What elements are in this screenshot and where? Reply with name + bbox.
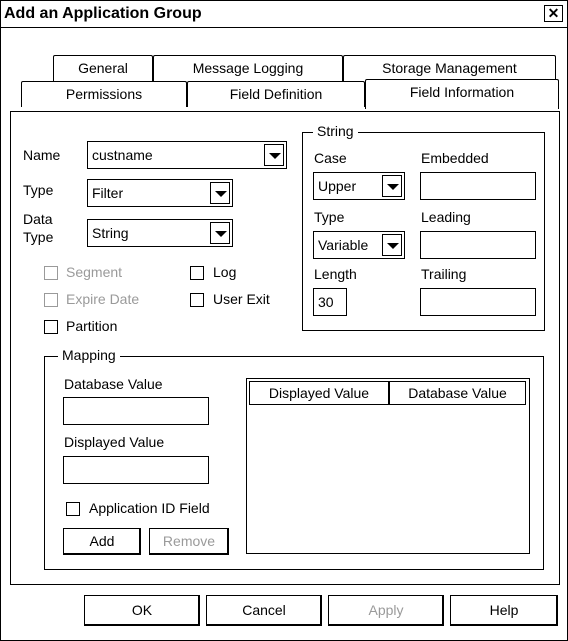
add-button[interactable]: Add	[63, 528, 141, 555]
name-combo[interactable]: custname	[87, 141, 287, 169]
close-icon[interactable]: ✕	[544, 5, 563, 22]
column-header-database-value[interactable]: Database Value	[389, 381, 526, 405]
length-label: Length	[314, 266, 357, 282]
database-value-label: Database Value	[64, 376, 163, 392]
application-id-field-label: Application ID Field	[89, 500, 210, 516]
string-type-combo[interactable]: Variable	[313, 231, 405, 259]
help-button[interactable]: Help	[450, 595, 558, 626]
data-type-label-line1: Data	[23, 211, 53, 227]
ok-button[interactable]: OK	[84, 595, 200, 626]
tab-storage-management[interactable]: Storage Management	[343, 55, 556, 81]
mapping-list[interactable]: Displayed Value Database Value	[246, 378, 530, 554]
chevron-down-icon[interactable]	[264, 144, 284, 166]
tab-general[interactable]: General	[53, 55, 153, 81]
tab-message-logging[interactable]: Message Logging	[153, 55, 343, 81]
name-label: Name	[23, 147, 61, 163]
embedded-label: Embedded	[421, 150, 489, 166]
chevron-down-icon[interactable]	[382, 175, 402, 197]
tab-field-definition-label: Field Definition	[229, 86, 323, 102]
data-type-combo[interactable]: String	[87, 219, 233, 247]
chevron-down-icon[interactable]	[210, 222, 230, 244]
log-checkbox[interactable]	[190, 266, 204, 280]
user-exit-label: User Exit	[213, 291, 270, 307]
log-label: Log	[213, 264, 237, 280]
case-label: Case	[314, 150, 347, 166]
case-value: Upper	[318, 178, 357, 194]
case-combo[interactable]: Upper	[313, 172, 405, 200]
remove-button[interactable]: Remove	[149, 528, 229, 555]
apply-button[interactable]: Apply	[328, 595, 444, 626]
data-type-label-line2: Type	[23, 229, 54, 245]
leading-input[interactable]	[420, 231, 536, 259]
partition-label: Partition	[66, 318, 118, 334]
type-combo[interactable]: Filter	[87, 179, 233, 207]
tab-message-logging-label: Message Logging	[192, 60, 304, 76]
tab-field-definition[interactable]: Field Definition	[187, 81, 365, 107]
tab-field-information[interactable]: Field Information	[365, 79, 559, 109]
title-bar: Add an Application Group ✕	[1, 1, 567, 28]
partition-checkbox[interactable]	[44, 320, 58, 334]
trailing-label: Trailing	[421, 266, 467, 282]
string-type-value: Variable	[318, 237, 369, 253]
leading-label: Leading	[421, 209, 471, 225]
chevron-down-icon[interactable]	[382, 234, 402, 256]
segment-label: Segment	[66, 264, 123, 280]
column-header-displayed-value[interactable]: Displayed Value	[249, 381, 389, 405]
length-input[interactable]: 30	[313, 288, 347, 316]
displayed-value-label: Displayed Value	[64, 434, 165, 450]
string-type-label: Type	[314, 209, 345, 225]
type-value: Filter	[92, 185, 124, 201]
tab-general-label: General	[78, 60, 128, 76]
tab-permissions-label: Permissions	[65, 86, 143, 102]
segment-checkbox[interactable]	[44, 266, 58, 280]
tab-field-information-label: Field Information	[409, 84, 515, 100]
tab-storage-management-label: Storage Management	[382, 60, 517, 76]
type-label: Type	[23, 182, 54, 198]
embedded-input[interactable]	[420, 172, 536, 200]
expire-date-label: Expire Date	[66, 291, 140, 307]
trailing-input[interactable]	[420, 288, 536, 316]
tab-permissions[interactable]: Permissions	[21, 81, 187, 107]
expire-date-checkbox[interactable]	[44, 293, 58, 307]
chevron-down-icon[interactable]	[210, 182, 230, 204]
mapping-group-title: Mapping	[58, 347, 120, 363]
data-type-value: String	[92, 225, 129, 241]
database-value-input[interactable]	[63, 397, 209, 425]
add-application-group-dialog: Add an Application Group ✕ General Messa…	[0, 0, 568, 641]
displayed-value-input[interactable]	[63, 456, 209, 484]
user-exit-checkbox[interactable]	[190, 293, 204, 307]
application-id-field-checkbox[interactable]	[66, 502, 80, 516]
cancel-button[interactable]: Cancel	[206, 595, 322, 626]
string-group-title: String	[313, 123, 358, 139]
window-title: Add an Application Group	[4, 5, 202, 22]
name-value: custname	[92, 147, 153, 163]
